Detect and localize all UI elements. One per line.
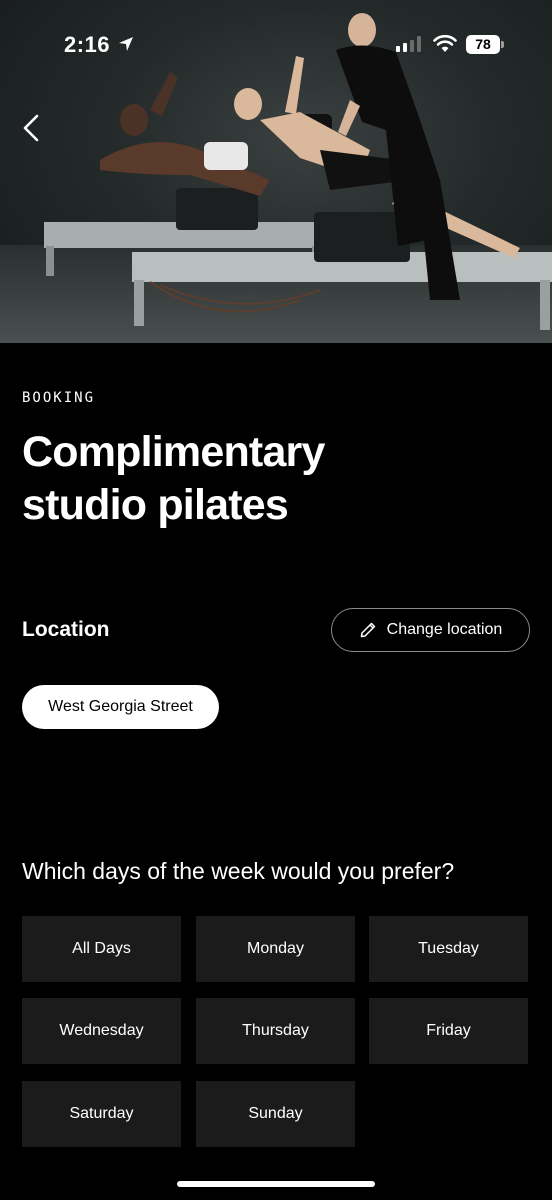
battery-indicator: 78 — [466, 35, 500, 54]
location-label: Location — [22, 618, 110, 641]
pencil-icon — [360, 622, 375, 638]
back-button[interactable] — [14, 110, 48, 146]
status-time: 2:16 — [64, 32, 111, 57]
change-location-label: Change location — [386, 621, 503, 638]
day-option-all-days[interactable]: All Days — [22, 916, 181, 982]
chevron-left-icon — [23, 114, 39, 142]
day-option-monday[interactable]: Monday — [196, 916, 355, 982]
day-option-friday[interactable]: Friday — [369, 998, 528, 1064]
day-option-sunday[interactable]: Sunday — [196, 1081, 355, 1147]
cellular-signal-icon — [396, 36, 421, 52]
status-bar: 2:16 78 — [0, 0, 552, 90]
day-option-saturday[interactable]: Saturday — [22, 1081, 181, 1147]
day-option-tuesday[interactable]: Tuesday — [369, 916, 528, 982]
wifi-icon — [433, 35, 457, 52]
day-option-thursday[interactable]: Thursday — [196, 998, 355, 1064]
days-question: Which days of the week would you prefer? — [22, 858, 455, 884]
section-eyebrow: BOOKING — [22, 390, 96, 406]
page-title: Complimentary studio pilates — [22, 428, 325, 529]
selected-location-chip[interactable]: West Georgia Street — [22, 685, 219, 729]
home-indicator[interactable] — [177, 1181, 375, 1187]
location-arrow-icon — [119, 37, 133, 51]
day-option-wednesday[interactable]: Wednesday — [22, 998, 181, 1064]
battery-tip — [501, 41, 504, 48]
change-location-button[interactable]: Change location — [331, 608, 530, 652]
